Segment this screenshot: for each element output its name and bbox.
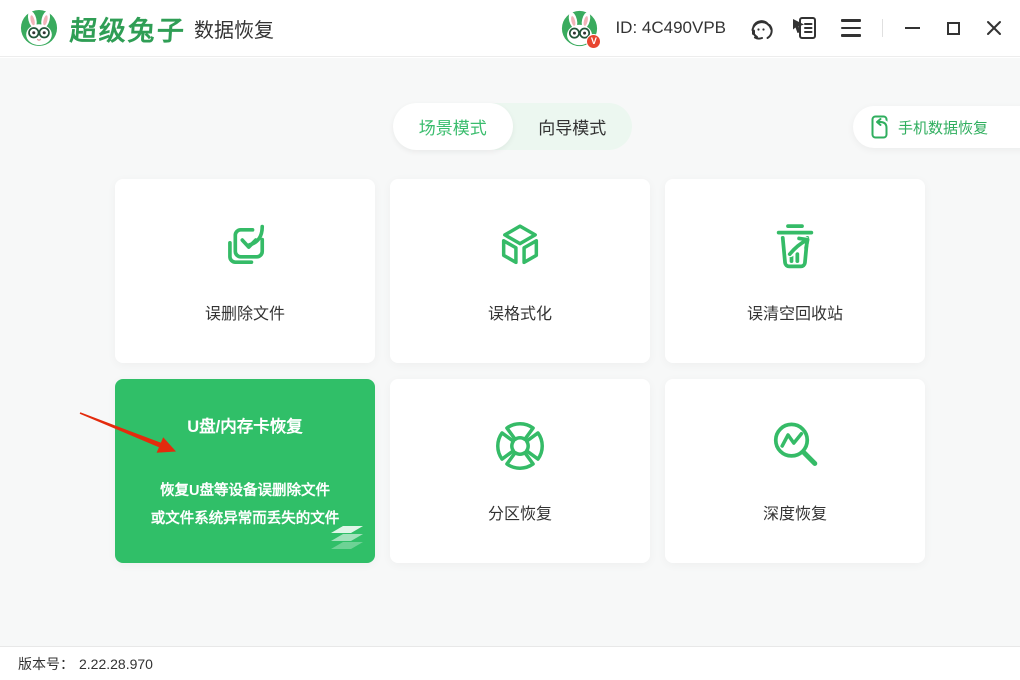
cube-icon — [492, 218, 548, 274]
version-number: 2.22.28.970 — [79, 656, 153, 672]
card-label: 分区恢复 — [488, 500, 552, 524]
titlebar-right: V ID: 4C490VPB — [561, 10, 1006, 47]
phone-data-recovery-button[interactable]: 手机数据恢复 — [853, 106, 1020, 148]
avatar[interactable]: V — [561, 10, 598, 47]
close-icon[interactable] — [982, 16, 1006, 40]
statusbar: 版本号： 2.22.28.970 — [0, 646, 1020, 680]
vip-badge: V — [586, 34, 601, 49]
card-recycle-bin[interactable]: 误清空回收站 — [665, 179, 925, 363]
trash-restore-icon — [767, 218, 823, 274]
support-headset-icon[interactable] — [747, 14, 775, 42]
deep-scan-icon — [767, 418, 823, 474]
card-label: 误删除文件 — [205, 300, 285, 324]
card-description: 恢复U盘等设备误删除文件 或文件系统异常而丢失的文件 — [151, 477, 340, 533]
card-label: 深度恢复 — [763, 500, 827, 524]
brand: 超级兔子 数据恢复 — [20, 9, 274, 48]
mode-tabs: 场景模式 向导模式 — [393, 103, 632, 150]
card-title: U盘/内存卡恢复 — [187, 413, 303, 437]
card-label: 误格式化 — [488, 300, 552, 324]
maximize-icon[interactable] — [941, 16, 965, 40]
feedback-icon[interactable] — [792, 14, 820, 42]
partition-icon — [492, 418, 548, 474]
rabbit-logo-icon — [20, 9, 58, 47]
phone-restore-icon — [869, 115, 890, 139]
titlebar: 超级兔子 数据恢复 V ID: 4C490VPB — [0, 0, 1020, 57]
card-label: 误清空回收站 — [747, 300, 843, 324]
titlebar-divider — [882, 19, 883, 37]
user-id: ID: 4C490VPB — [615, 18, 726, 38]
phone-button-label: 手机数据恢复 — [898, 117, 988, 138]
card-usb-memory-recovery[interactable]: U盘/内存卡恢复 恢复U盘等设备误删除文件 或文件系统异常而丢失的文件 — [115, 379, 375, 563]
minimize-icon[interactable] — [900, 16, 924, 40]
main-content: 场景模式 向导模式 手机数据恢复 误删除文件 — [0, 58, 1020, 646]
tab-wizard-mode[interactable]: 向导模式 — [513, 103, 633, 150]
menu-icon[interactable] — [837, 14, 865, 42]
version-label: 版本号： — [18, 654, 74, 674]
card-deleted-files[interactable]: 误删除文件 — [115, 179, 375, 363]
card-deep-recovery[interactable]: 深度恢复 — [665, 379, 925, 563]
app-window: 超级兔子 数据恢复 V ID: 4C490VPB — [0, 0, 1020, 680]
card-grid: 误删除文件 误格式化 — [115, 179, 925, 563]
tab-scene-mode[interactable]: 场景模式 — [393, 103, 513, 150]
brand-name: 超级兔子 — [69, 9, 188, 48]
file-restore-icon — [217, 218, 273, 274]
layers-icon — [329, 524, 365, 554]
product-name: 数据恢复 — [194, 14, 274, 43]
card-partition-recovery[interactable]: 分区恢复 — [390, 379, 650, 563]
card-formatted[interactable]: 误格式化 — [390, 179, 650, 363]
